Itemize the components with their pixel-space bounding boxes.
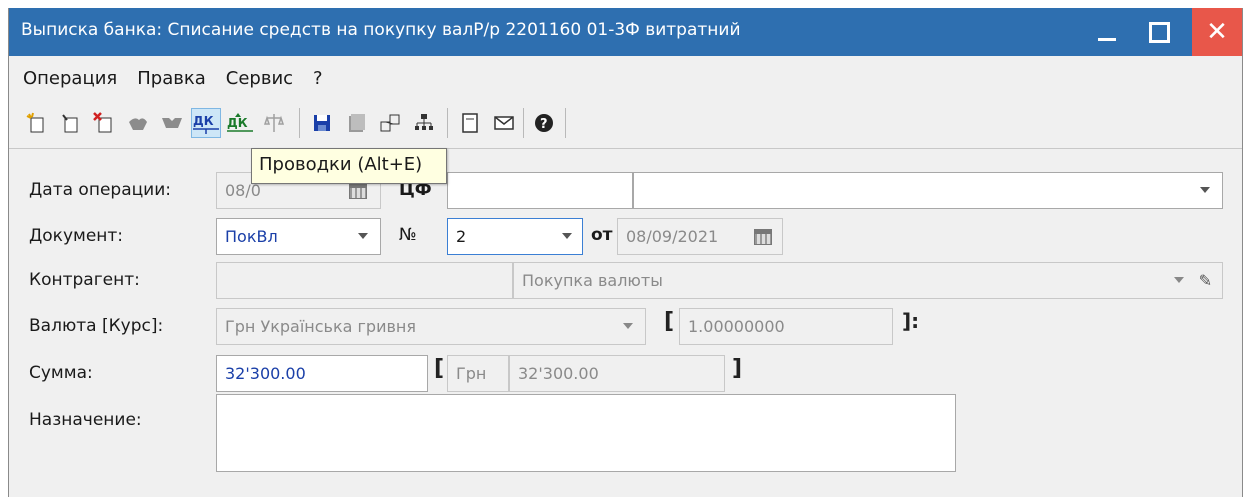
window-title: Выписка банка: Списание средств на покуп… [21, 20, 741, 40]
sum-value: 32'300.00 [225, 364, 306, 383]
form-icon[interactable] [455, 108, 485, 138]
copy-doc-icon[interactable] [55, 108, 85, 138]
maximize-button[interactable] [1134, 8, 1184, 56]
rate-value: 1.00000000 [688, 317, 785, 336]
menu-operation[interactable]: Операция [23, 68, 117, 89]
sum-close-bracket: ] [732, 356, 743, 381]
menu-help[interactable]: ? [313, 68, 323, 89]
currency-label: Валюта [Курс]: [29, 316, 164, 336]
cfo-code-field[interactable] [447, 172, 633, 209]
handshake-icon[interactable] [157, 108, 187, 138]
svg-text:ДК: ДК [193, 114, 214, 128]
counterparty-name-value: Покупка валюты [522, 271, 663, 290]
rate-open-bracket: [ [664, 309, 675, 334]
from-label: от [591, 225, 613, 245]
toolbar-separator [447, 108, 448, 138]
dk-icon[interactable]: ДК [191, 108, 221, 138]
cfo-name-select[interactable] [633, 172, 1223, 209]
delete-doc-icon[interactable] [89, 108, 119, 138]
calendar-icon [349, 183, 367, 199]
rate-field: 1.00000000 [679, 308, 893, 345]
menu-edit[interactable]: Правка [137, 68, 206, 89]
chevron-down-icon [562, 233, 572, 239]
rate-close-bracket: ]: [902, 309, 920, 333]
link-icon[interactable] [375, 108, 405, 138]
chevron-down-icon [358, 233, 368, 239]
dk-up-icon[interactable]: ДК [225, 108, 255, 138]
title-bar[interactable]: Выписка банка: Списание средств на покуп… [9, 8, 1242, 56]
sum-converted-field: 32'300.00 [509, 355, 725, 392]
sum-field[interactable]: 32'300.00 [216, 355, 428, 392]
sum-open-bracket: [ [434, 356, 445, 381]
toolbar: ДК ДК ? [9, 100, 1242, 149]
counterparty-name-select: Покупка валюты ✎ [513, 262, 1223, 299]
currency-value: Грн Українська гривня [225, 317, 416, 336]
menu-bar: Операция Правка Сервис ? [9, 56, 1242, 100]
new-doc-icon[interactable] [21, 108, 51, 138]
sum-currency-value: Грн [456, 364, 487, 383]
hands-icon[interactable] [123, 108, 153, 138]
counterparty-label: Контрагент: [29, 270, 140, 290]
edit-pencil-icon: ✎ [1198, 271, 1212, 290]
document-label: Документ: [29, 226, 124, 246]
close-button[interactable]: ✕ [1192, 8, 1242, 56]
tree-icon[interactable] [409, 108, 439, 138]
tooltip-postings: Проводки (Alt+E) [251, 148, 447, 184]
document-date-value: 08/09/2021 [626, 227, 719, 246]
mail-icon[interactable] [489, 108, 519, 138]
scales-icon[interactable] [259, 108, 289, 138]
sum-label: Сумма: [29, 363, 93, 383]
currency-select: Грн Українська гривня [216, 308, 646, 345]
minimize-icon [1098, 37, 1116, 41]
close-icon: ✕ [1206, 17, 1228, 47]
sum-converted-value: 32'300.00 [518, 364, 599, 383]
sum-currency-field: Грн [447, 355, 509, 392]
menu-service[interactable]: Сервис [226, 68, 293, 89]
chevron-down-icon [1200, 187, 1210, 193]
svg-text:?: ? [540, 117, 548, 132]
purpose-textarea[interactable] [216, 394, 956, 472]
calendar-icon [754, 229, 772, 245]
counterparty-code-field [216, 262, 513, 299]
document-type-value: ПокВл [225, 227, 278, 246]
document-type-select[interactable]: ПокВл [216, 218, 381, 255]
archive-icon[interactable] [341, 108, 371, 138]
svg-text:ДК: ДК [227, 116, 248, 130]
maximize-icon [1148, 21, 1170, 43]
chevron-down-icon [623, 323, 633, 329]
help-icon[interactable]: ? [529, 108, 559, 138]
toolbar-separator [523, 108, 524, 138]
bank-statement-window: Выписка банка: Списание средств на покуп… [8, 8, 1243, 497]
document-number-value: 2 [456, 227, 467, 246]
chevron-down-icon [1174, 277, 1184, 283]
document-number-field[interactable]: 2 [447, 218, 583, 255]
minimize-button[interactable] [1082, 8, 1132, 56]
document-date-field: 08/09/2021 [617, 218, 783, 255]
date-label: Дата операции: [29, 180, 172, 200]
toolbar-separator [299, 108, 300, 138]
purpose-label: Назначение: [29, 410, 142, 430]
save-icon[interactable] [307, 108, 337, 138]
number-label: № [399, 225, 417, 245]
toolbar-separator [565, 108, 566, 138]
